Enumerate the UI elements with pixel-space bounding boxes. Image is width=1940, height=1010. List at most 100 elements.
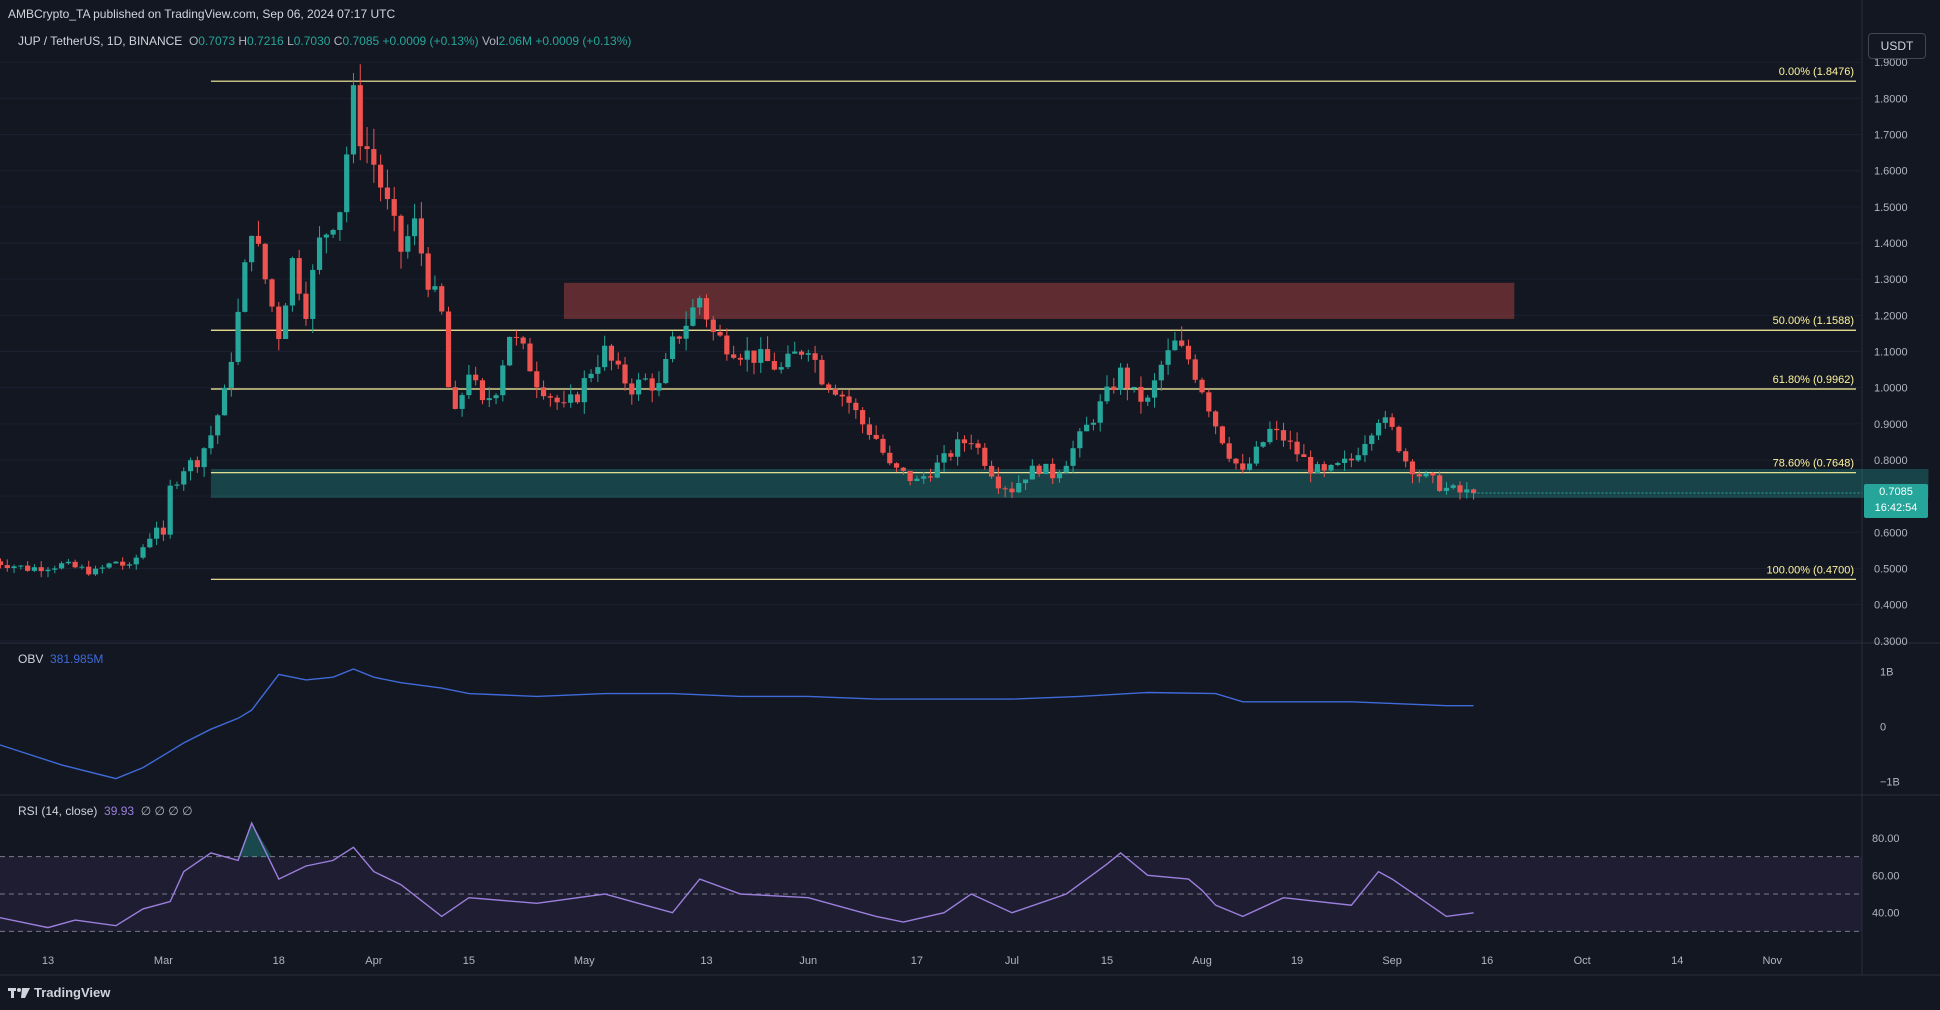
rsi-legend[interactable]: RSI (14, close) 39.93 ∅ ∅ ∅ ∅ [18, 804, 193, 818]
candle-body [72, 561, 78, 568]
candle-body [425, 253, 431, 290]
candle-body [79, 566, 85, 568]
candle-body [873, 434, 879, 439]
candle-body [1233, 458, 1239, 464]
candle-body [371, 149, 377, 165]
candle-body [208, 435, 214, 449]
candle-body [65, 561, 71, 564]
candle-body [1158, 364, 1164, 381]
candle-body [1172, 340, 1178, 351]
open-label: O [188, 34, 199, 48]
candle-body [1131, 386, 1137, 389]
currency-button[interactable]: USDT [1868, 33, 1926, 59]
candle-body [445, 311, 452, 388]
high-value: 0.7216 [247, 34, 284, 48]
candle-body [710, 319, 716, 332]
candle-body [439, 286, 445, 312]
candle-body [452, 387, 458, 409]
candle-body [1138, 386, 1144, 402]
candle-body [1151, 380, 1158, 398]
time-tick-label: Oct [1574, 955, 1591, 967]
fib-level-label: 100.00% (0.4700) [1767, 564, 1854, 576]
candle-body [941, 453, 947, 463]
candle-body [262, 243, 268, 280]
fib-level-label: 61.80% (0.9962) [1773, 374, 1854, 386]
candle-body [527, 343, 533, 372]
candle-body [602, 345, 608, 368]
tradingview-logo-icon [8, 987, 30, 998]
candle-body [1362, 443, 1368, 456]
fib-level-label: 50.00% (1.1588) [1773, 315, 1854, 327]
candle-body [805, 353, 811, 355]
time-tick-label: 13 [700, 955, 712, 967]
candle-body [337, 212, 343, 230]
price-tick-label: 1.2000 [1874, 310, 1908, 322]
obv-tick-label: −1B [1880, 776, 1900, 788]
time-tick-label: Jun [799, 955, 817, 967]
candle-body [479, 380, 486, 401]
candle-body [914, 478, 920, 481]
candle-body [113, 561, 119, 564]
rsi-tick-label: 40.00 [1872, 908, 1900, 920]
candle-body [398, 215, 404, 252]
candle-body [384, 187, 391, 200]
candle-body [255, 235, 262, 244]
time-tick-label: Apr [365, 955, 382, 967]
candle-body [99, 567, 105, 569]
candle-body [1464, 489, 1470, 493]
brand-name: TradingView [34, 985, 111, 1000]
price-tick-label: 1.9000 [1874, 57, 1908, 69]
candle-body [45, 569, 51, 572]
candle-body [201, 448, 207, 468]
candle-body [1443, 487, 1450, 491]
candle-body [764, 349, 771, 361]
candle-body [1423, 472, 1429, 477]
candle-body [1213, 411, 1219, 427]
candle-body [160, 527, 167, 535]
candle-body [432, 286, 438, 290]
time-tick-label: Sep [1382, 955, 1402, 967]
candle-body [554, 397, 560, 403]
candle-body [411, 218, 418, 237]
tradingview-brand[interactable]: TradingView [8, 985, 110, 1000]
candle-body [466, 374, 472, 396]
price-tick-label: 0.3000 [1874, 636, 1908, 648]
candle-body [1260, 442, 1266, 447]
candle-body [846, 396, 852, 403]
candle-body [1375, 422, 1382, 436]
candle-body [106, 563, 112, 568]
candle-body [982, 447, 988, 466]
candle-body [4, 565, 10, 569]
chart-canvas[interactable]: 1.9000 1.8000 1.7000 1.6000 1.5000 1.4000 1.30… [0, 0, 1940, 1010]
time-tick-label: May [574, 955, 595, 967]
candle-body [1206, 392, 1212, 412]
candle-body [133, 557, 139, 565]
last-price-badge: 0.7085 16:42:54 [1864, 484, 1928, 519]
candle-body [1348, 458, 1354, 461]
candle-body [1437, 475, 1443, 491]
candle-body [1090, 422, 1097, 425]
candle-body [459, 395, 465, 409]
candle-body [588, 373, 594, 379]
obv-legend[interactable]: OBV 381.985M [18, 652, 103, 666]
obv-name: OBV [18, 652, 44, 666]
symbol-name: JUP / TetherUS, 1D, BINANCE [18, 34, 183, 48]
candle-body [778, 367, 784, 370]
candle-body [1267, 428, 1273, 443]
candle-body [58, 563, 65, 569]
low-value: 0.7030 [293, 34, 331, 48]
time-tick-label: Mar [154, 955, 173, 967]
candle-body [921, 476, 927, 479]
candle-body [955, 439, 961, 457]
candle-body [86, 566, 92, 575]
candle-body [364, 146, 370, 150]
candle-body [1335, 462, 1341, 465]
obv-tick-label: 1B [1880, 667, 1893, 679]
candle-body [167, 485, 173, 535]
candle-body [540, 387, 547, 397]
candle-body [194, 460, 200, 468]
candle-body [1084, 424, 1090, 432]
candle-body [798, 351, 805, 355]
candle-body [296, 258, 302, 294]
candle-body [1287, 440, 1293, 442]
